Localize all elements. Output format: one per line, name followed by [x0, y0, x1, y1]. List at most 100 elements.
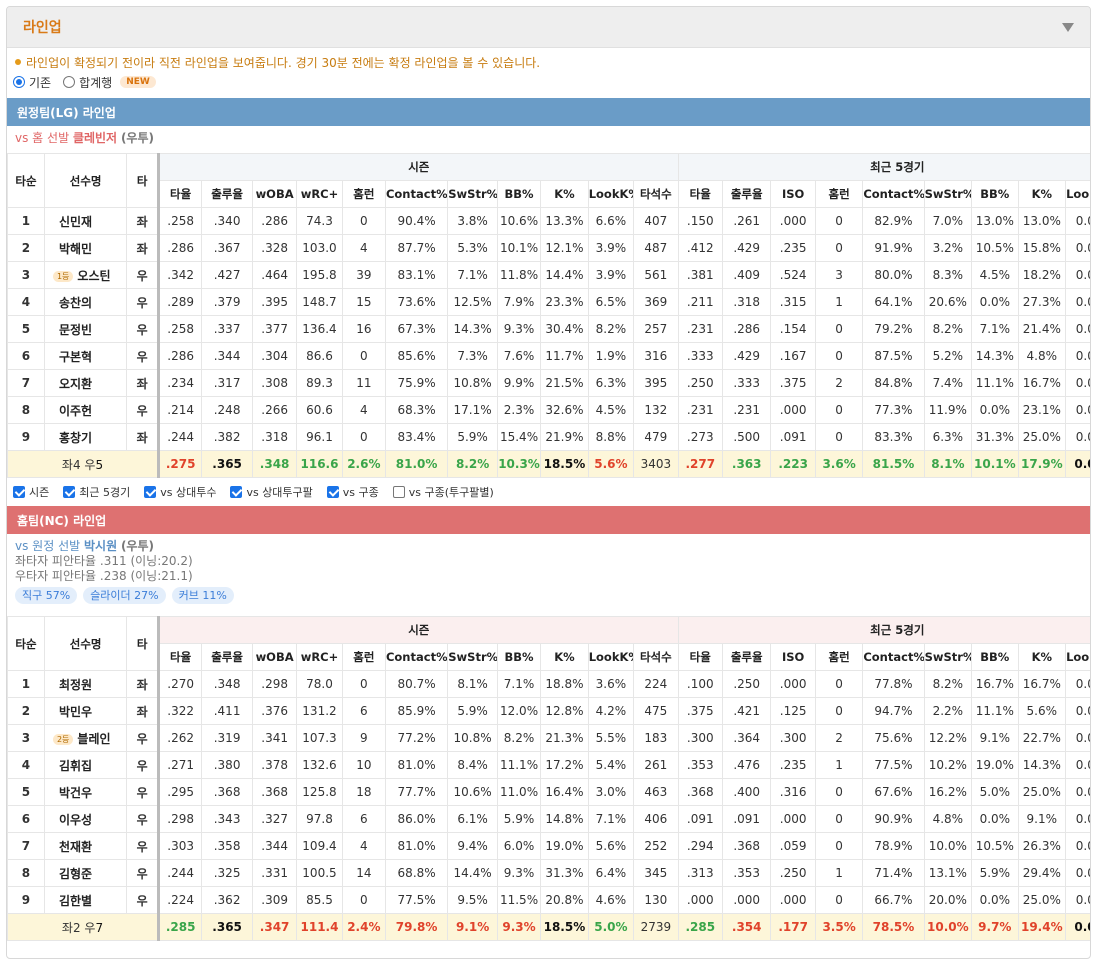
col-recent-stat[interactable]: 홈런 [814, 180, 864, 208]
col-season-stat[interactable]: BB% [496, 643, 542, 671]
player-name-text[interactable]: 신민재 [59, 215, 92, 229]
checkbox[interactable] [326, 486, 339, 498]
filter-4[interactable]: vs 구종 [326, 484, 379, 500]
player-name-text[interactable]: 송찬의 [59, 296, 92, 310]
filter-0[interactable]: 시즌 [13, 484, 49, 500]
player-name[interactable]: 김한별 [43, 886, 128, 914]
col-recent-stat[interactable]: BB% [971, 643, 1019, 671]
table-row[interactable]: 3 2등 블레인 우 .262.319.341 107.3 9 77.2% 10.8% 8.2% 2… [7, 724, 1090, 752]
col-recent-stat[interactable]: K% [1017, 643, 1067, 671]
col-season-stat[interactable]: 타석수 [633, 180, 679, 208]
player-name[interactable]: 1등 오스틴 [43, 261, 128, 289]
player-name-text[interactable]: 홍창기 [59, 431, 92, 445]
table-row[interactable]: 8 이주헌 우 .214.248.266 60.6 4 68.3% 17.1% 2.3% 32.6… [7, 396, 1090, 424]
player-name[interactable]: 송찬의 [43, 288, 128, 316]
player-name[interactable]: 박건우 [43, 778, 128, 806]
player-name-text[interactable]: 이주헌 [59, 404, 92, 418]
player-name[interactable]: 최정원 [43, 670, 128, 698]
player-name[interactable]: 구본혁 [43, 342, 128, 370]
col-season-stat[interactable]: wOBA [251, 180, 298, 208]
player-name-text[interactable]: 김형준 [59, 867, 92, 881]
col-season-stat[interactable]: Contact% [384, 643, 449, 671]
player-name-text[interactable]: 박민우 [59, 705, 92, 719]
player-name-text[interactable]: 김휘집 [59, 759, 92, 773]
table-row[interactable]: 7 천재환 우 .303.358.344 109.4 4 81.0% 9.4% 6.0% 19.0… [7, 832, 1090, 860]
col-season-stat[interactable]: wRC+ [296, 180, 343, 208]
col-recent-stat[interactable]: LookK% [1065, 643, 1090, 671]
col-recent-stat[interactable]: BB% [971, 180, 1019, 208]
table-row[interactable]: 4 김휘집 우 .271.380.378 132.6 10 81.0% 8.4% 11.1% 17… [7, 751, 1090, 779]
player-name-text[interactable]: 김한별 [59, 894, 92, 908]
player-name-text[interactable]: 문정빈 [59, 323, 92, 337]
col-season-stat[interactable]: SwStr% [447, 643, 498, 671]
checkbox[interactable] [13, 486, 25, 498]
player-name-text[interactable]: 박건우 [59, 786, 92, 800]
table-row[interactable]: 4 송찬의 우 .289.379.395 148.7 15 73.6% 12.5% 7.9% 23… [7, 288, 1090, 316]
player-name-text[interactable]: 오스틴 [77, 269, 110, 283]
col-recent-stat[interactable]: 타율 [677, 643, 723, 671]
checkbox[interactable] [63, 486, 76, 498]
filter-2[interactable]: vs 상대투수 [144, 484, 216, 500]
col-season-stat[interactable]: 출루율 [201, 180, 253, 208]
player-name[interactable]: 이우성 [43, 805, 128, 833]
col-season-stat[interactable]: Contact% [384, 180, 449, 208]
col-season-stat[interactable]: LookK% [587, 643, 635, 671]
col-recent-stat[interactable]: Contact% [862, 180, 925, 208]
col-recent-stat[interactable]: 출루율 [721, 180, 772, 208]
col-season-stat[interactable]: wOBA [251, 643, 298, 671]
table-row[interactable]: 1 최정원 좌 .270.348.298 78.0 0 80.7% 8.1% 7.1% 18.8%… [7, 670, 1090, 698]
table-row[interactable]: 3 1등 오스틴 우 .342.427.464 195.8 39 83.1% 7.1% 11.8%… [7, 261, 1090, 289]
table-row[interactable]: 9 홍창기 좌 .244.382.318 96.1 0 83.4% 5.9% 15.4% 21.9… [7, 423, 1090, 451]
col-recent-stat[interactable]: ISO [770, 643, 816, 671]
table-row[interactable]: 8 김형준 우 .244.325.331 100.5 14 68.8% 14.4% 9.3% 31… [7, 859, 1090, 887]
col-season-stat[interactable]: 출루율 [201, 643, 253, 671]
player-name[interactable]: 이주헌 [43, 396, 128, 424]
player-name-text[interactable]: 천재환 [59, 840, 92, 854]
col-season-stat[interactable]: SwStr% [447, 180, 498, 208]
player-name[interactable]: 홍창기 [43, 423, 128, 451]
player-name-text[interactable]: 박해민 [59, 242, 92, 256]
player-name[interactable]: 박민우 [43, 697, 128, 725]
col-season-stat[interactable]: K% [540, 180, 589, 208]
col-season-stat[interactable]: wRC+ [296, 643, 343, 671]
col-recent-stat[interactable]: 타율 [677, 180, 723, 208]
filter-3[interactable]: vs 상대투구팔 [230, 484, 313, 500]
checkbox[interactable] [392, 486, 405, 498]
table-row[interactable]: 5 박건우 우 .295.368.368 125.8 18 77.7% 10.6% 11.0% 1… [7, 778, 1090, 806]
col-season-stat[interactable]: 홈런 [341, 643, 386, 671]
table-row[interactable]: 6 이우성 우 .298.343.327 97.8 6 86.0% 6.1% 5.9% 14.8%… [7, 805, 1090, 833]
filter-1[interactable]: 최근 5경기 [63, 484, 130, 500]
player-name[interactable]: 2등 블레인 [43, 724, 128, 752]
player-name[interactable]: 박해민 [43, 234, 128, 262]
table-row[interactable]: 7 오지환 좌 .234.317.308 89.3 11 75.9% 10.8% 9.9% 21.… [7, 369, 1090, 397]
player-name-text[interactable]: 블레인 [77, 732, 110, 746]
collapse-arrow-icon[interactable] [1062, 22, 1074, 32]
player-name[interactable]: 문정빈 [43, 315, 128, 343]
col-recent-stat[interactable]: 출루율 [721, 643, 772, 671]
player-name-text[interactable]: 최정원 [59, 678, 92, 692]
col-recent-stat[interactable]: Contact% [862, 643, 925, 671]
view-option-sum[interactable]: 합계행 NEW [63, 74, 156, 91]
player-name[interactable]: 김휘집 [43, 751, 128, 779]
col-recent-stat[interactable]: ISO [770, 180, 816, 208]
table-row[interactable]: 1 신민재 좌 .258.340.286 74.3 0 90.4% 3.8% 10.6% 13.3… [7, 207, 1090, 235]
col-season-stat[interactable]: LookK% [587, 180, 635, 208]
col-recent-stat[interactable]: 홈런 [814, 643, 864, 671]
player-name[interactable]: 천재환 [43, 832, 128, 860]
radio-sum[interactable] [63, 76, 76, 88]
table-row[interactable]: 5 문정빈 우 .258.337.377 136.4 16 67.3% 14.3% 9.3% 30… [7, 315, 1090, 343]
col-season-stat[interactable]: 타율 [156, 180, 203, 208]
table-row[interactable]: 2 박해민 좌 .286.367.328 103.0 4 87.7% 5.3% 10.1% 12.… [7, 234, 1090, 262]
player-name-text[interactable]: 오지환 [59, 377, 92, 391]
col-recent-stat[interactable]: SwStr% [923, 180, 973, 208]
player-name[interactable]: 오지환 [43, 369, 128, 397]
checkbox[interactable] [230, 486, 243, 498]
table-row[interactable]: 9 김한별 우 .224.362.309 85.5 0 77.5% 9.5% 11.5% 20.8… [7, 886, 1090, 914]
radio-default[interactable] [13, 76, 25, 88]
col-season-stat[interactable]: K% [540, 643, 589, 671]
table-row[interactable]: 2 박민우 좌 .322.411.376 131.2 6 85.9% 5.9% 12.0% 12.… [7, 697, 1090, 725]
view-option-default[interactable]: 기존 [13, 74, 51, 91]
filter-5[interactable]: vs 구종(투구팔별) [392, 484, 494, 500]
col-season-stat[interactable]: BB% [496, 180, 542, 208]
player-name-text[interactable]: 구본혁 [59, 350, 92, 364]
